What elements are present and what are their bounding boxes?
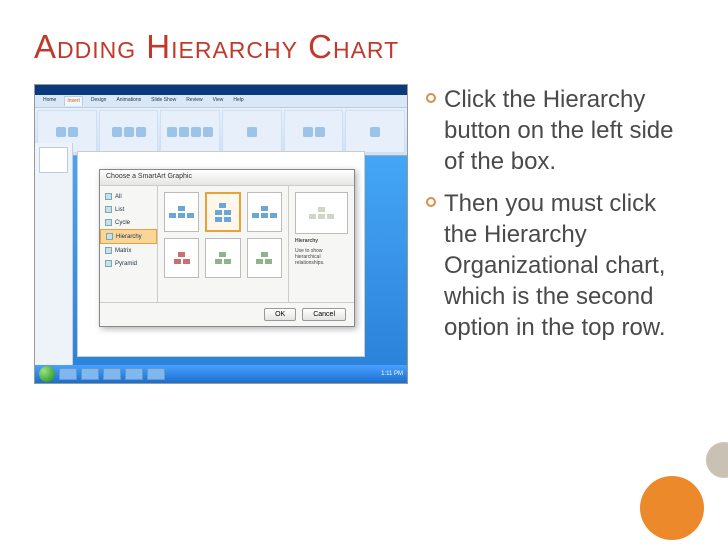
category-all[interactable]: All (100, 190, 157, 203)
dialog-footer: OK Cancel (100, 302, 354, 326)
category-pyramid[interactable]: Pyramid (100, 257, 157, 270)
bullet-text: Then you must click the Hierarchy Organi… (444, 188, 694, 344)
bullet-icon (426, 93, 436, 103)
category-label: Matrix (115, 248, 131, 254)
category-hierarchy[interactable]: Hierarchy (100, 229, 157, 244)
bullet-text: Click the Hierarchy button on the left s… (444, 84, 694, 178)
taskbar-item[interactable] (103, 368, 121, 380)
bullet-item: Then you must click the Hierarchy Organi… (426, 188, 694, 344)
layout-grid (158, 186, 288, 302)
preview-image (295, 192, 348, 234)
slide: Adding Hierarchy Chart Home Insert Desig… (0, 0, 728, 546)
preview-desc: Use to show hierarchical relationships. (295, 248, 348, 266)
ribbon-tab-view[interactable]: View (211, 96, 226, 106)
taskbar: 1:11 PM (35, 365, 407, 383)
ribbon-tab-insert[interactable]: Insert (64, 96, 83, 106)
ribbon-tab-help[interactable]: Help (231, 96, 245, 106)
ribbon: Home Insert Design Animations Slide Show… (35, 95, 407, 156)
window-titlebar (35, 85, 407, 95)
ribbon-tab-home[interactable]: Home (41, 96, 58, 106)
category-label: Hierarchy (116, 234, 142, 240)
layout-option-5[interactable] (205, 238, 240, 278)
layout-option-2-selected[interactable] (205, 192, 240, 232)
ribbon-tabs: Home Insert Design Animations Slide Show… (35, 95, 407, 108)
category-label: List (115, 207, 124, 213)
category-matrix[interactable]: Matrix (100, 244, 157, 257)
ribbon-tab-slideshow[interactable]: Slide Show (149, 96, 178, 106)
category-label: Pyramid (115, 261, 137, 267)
layout-option-6[interactable] (247, 238, 282, 278)
category-cycle[interactable]: Cycle (100, 216, 157, 229)
ribbon-group[interactable] (222, 110, 282, 153)
category-list: All List Cycle Hierarchy Matrix Pyramid (100, 186, 158, 302)
ribbon-groups (35, 108, 407, 156)
taskbar-item[interactable] (125, 368, 143, 380)
layout-option-3[interactable] (247, 192, 282, 232)
bullet-icon (426, 197, 436, 207)
bullet-item: Click the Hierarchy button on the left s… (426, 84, 694, 178)
slide-thumbnail-pane[interactable] (35, 143, 73, 365)
taskbar-item[interactable] (147, 368, 165, 380)
ribbon-group[interactable] (99, 110, 159, 153)
cancel-button[interactable]: Cancel (302, 308, 346, 321)
ribbon-tab-review[interactable]: Review (184, 96, 204, 106)
dialog-title: Choose a SmartArt Graphic (100, 170, 354, 186)
layout-option-1[interactable] (164, 192, 199, 232)
smartart-dialog: Choose a SmartArt Graphic All List Cycle… (99, 169, 355, 327)
ribbon-group[interactable] (284, 110, 344, 153)
slide-title: Adding Hierarchy Chart (34, 28, 694, 66)
category-list-item[interactable]: List (100, 203, 157, 216)
ribbon-group[interactable] (160, 110, 220, 153)
slide-thumbnail[interactable] (39, 147, 68, 173)
content-row: Home Insert Design Animations Slide Show… (34, 84, 694, 384)
ribbon-tab-animations[interactable]: Animations (114, 96, 143, 106)
taskbar-item[interactable] (81, 368, 99, 380)
ribbon-group[interactable] (345, 110, 405, 153)
embedded-screenshot: Home Insert Design Animations Slide Show… (34, 84, 408, 384)
ribbon-tab-design[interactable]: Design (89, 96, 109, 106)
dialog-body: All List Cycle Hierarchy Matrix Pyramid (100, 186, 354, 302)
decorative-circle-large (640, 476, 704, 540)
preview-name: Hierarchy (295, 238, 348, 244)
bullet-list: Click the Hierarchy button on the left s… (426, 84, 694, 384)
ok-button[interactable]: OK (264, 308, 296, 321)
layout-option-4[interactable] (164, 238, 199, 278)
decorative-circle-small (706, 442, 728, 478)
taskbar-clock: 1:11 PM (381, 371, 403, 377)
start-button[interactable] (39, 366, 55, 382)
preview-pane: Hierarchy Use to show hierarchical relat… (288, 186, 354, 302)
category-label: Cycle (115, 220, 130, 226)
category-label: All (115, 194, 122, 200)
taskbar-item[interactable] (59, 368, 77, 380)
